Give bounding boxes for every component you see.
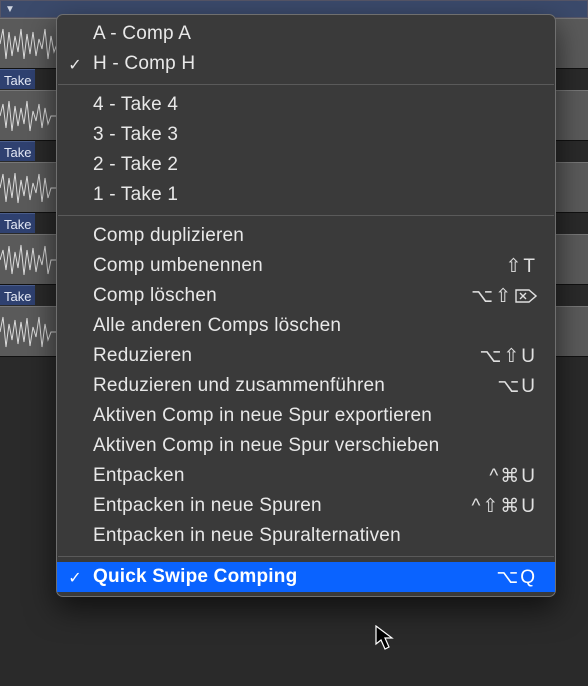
- menu-separator: [58, 556, 554, 557]
- menu-item-take-3[interactable]: 3 - Take 3: [57, 120, 555, 150]
- menu-item-flatten[interactable]: Reduzieren ⌥⇧U: [57, 341, 555, 371]
- menu-shortcut: ⌥⇧: [471, 285, 537, 308]
- menu-label: 4 - Take 4: [93, 94, 537, 116]
- menu-item-unpack[interactable]: Entpacken ^⌘U: [57, 461, 555, 491]
- take-label: Take: [0, 69, 35, 89]
- disclosure-triangle-icon[interactable]: ▼: [3, 2, 17, 16]
- menu-separator: [58, 215, 554, 216]
- menu-label: Comp löschen: [93, 285, 451, 307]
- menu-separator: [58, 84, 554, 85]
- menu-item-export-comp-new-track[interactable]: Aktiven Comp in neue Spur exportieren: [57, 401, 555, 431]
- menu-label: Entpacken in neue Spuralternativen: [93, 525, 537, 547]
- menu-item-quick-swipe-comping[interactable]: Quick Swipe Comping ⌥Q: [57, 562, 555, 592]
- menu-shortcut: ⌥U: [497, 375, 537, 398]
- take-label: Take: [0, 213, 35, 233]
- menu-label: Reduzieren: [93, 345, 459, 367]
- menu-item-duplicate-comp[interactable]: Comp duplizieren: [57, 221, 555, 251]
- menu-item-comp-a[interactable]: A - Comp A: [57, 19, 555, 49]
- check-icon: [57, 567, 93, 588]
- menu-item-unpack-new-tracks[interactable]: Entpacken in neue Spuren ^⇧⌘U: [57, 491, 555, 521]
- check-icon: [57, 54, 93, 75]
- menu-label: A - Comp A: [93, 23, 537, 45]
- delete-right-icon: [515, 289, 537, 303]
- menu-label: Aktiven Comp in neue Spur exportieren: [93, 405, 537, 427]
- menu-shortcut: ^⇧⌘U: [471, 495, 537, 518]
- menu-item-delete-other-comps[interactable]: Alle anderen Comps löschen: [57, 311, 555, 341]
- menu-item-move-comp-new-track[interactable]: Aktiven Comp in neue Spur verschieben: [57, 431, 555, 461]
- menu-label: Reduzieren und zusammenführen: [93, 375, 477, 397]
- take-label: Take: [0, 141, 35, 161]
- menu-shortcut: ⌥Q: [496, 566, 537, 589]
- menu-item-comp-h[interactable]: H - Comp H: [57, 49, 555, 79]
- menu-label: 3 - Take 3: [93, 124, 537, 146]
- menu-label: Comp umbenennen: [93, 255, 485, 277]
- menu-label: Aktiven Comp in neue Spur verschieben: [93, 435, 537, 457]
- take-folder-context-menu: A - Comp A H - Comp H 4 - Take 4 3 - Tak…: [56, 14, 556, 597]
- menu-label: Entpacken in neue Spuren: [93, 495, 451, 517]
- menu-label: Comp duplizieren: [93, 225, 517, 247]
- menu-item-flatten-merge[interactable]: Reduzieren und zusammenführen ⌥U: [57, 371, 555, 401]
- menu-label: 1 - Take 1: [93, 184, 537, 206]
- shortcut-text: ⌥⇧: [471, 286, 513, 307]
- menu-label: 2 - Take 2: [93, 154, 537, 176]
- menu-label: H - Comp H: [93, 53, 537, 75]
- menu-shortcut: ⇧T: [505, 255, 537, 278]
- menu-label: Alle anderen Comps löschen: [93, 315, 537, 337]
- menu-item-unpack-track-alternatives[interactable]: Entpacken in neue Spuralternativen: [57, 521, 555, 551]
- menu-shortcut: ^⌘U: [489, 465, 537, 488]
- menu-label: Entpacken: [93, 465, 469, 487]
- menu-item-take-1[interactable]: 1 - Take 1: [57, 180, 555, 210]
- menu-item-take-4[interactable]: 4 - Take 4: [57, 90, 555, 120]
- menu-item-delete-comp[interactable]: Comp löschen ⌥⇧: [57, 281, 555, 311]
- menu-item-rename-comp[interactable]: Comp umbenennen ⇧T: [57, 251, 555, 281]
- menu-shortcut: ⌥⇧U: [479, 345, 537, 368]
- take-label: Take: [0, 285, 35, 305]
- menu-item-take-2[interactable]: 2 - Take 2: [57, 150, 555, 180]
- menu-label: Quick Swipe Comping: [93, 566, 476, 588]
